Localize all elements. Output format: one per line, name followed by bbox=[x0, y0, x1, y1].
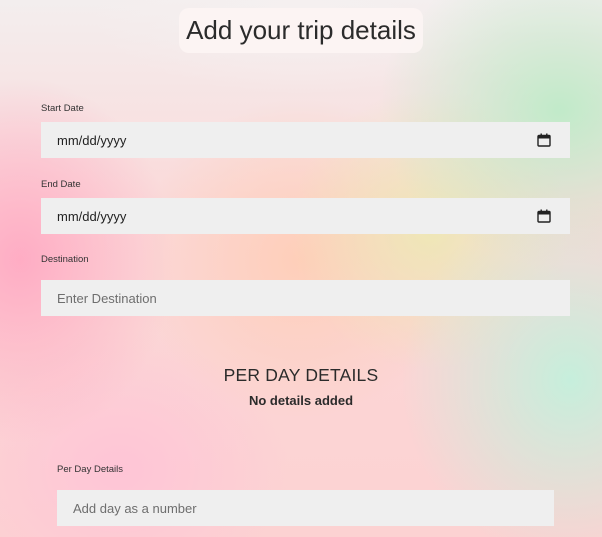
destination-label: Destination bbox=[41, 254, 89, 265]
start-date-field[interactable]: mm/dd/yyyy bbox=[41, 122, 570, 158]
page-title: Add your trip details bbox=[179, 8, 423, 53]
calendar-icon[interactable] bbox=[537, 133, 551, 147]
day-number-placeholder: Add day as a number bbox=[73, 500, 197, 516]
start-date-label: Start Date bbox=[41, 103, 84, 114]
end-date-label: End Date bbox=[41, 179, 81, 190]
end-date-field[interactable]: mm/dd/yyyy bbox=[41, 198, 570, 234]
page-header: Add your trip details bbox=[0, 8, 602, 53]
destination-input[interactable]: Enter Destination bbox=[41, 280, 570, 316]
start-date-value: mm/dd/yyyy bbox=[57, 132, 127, 148]
per-day-heading: PER DAY DETAILS bbox=[223, 365, 379, 385]
calendar-icon[interactable] bbox=[537, 209, 551, 223]
day-number-input[interactable]: Add day as a number bbox=[57, 490, 554, 526]
empty-state-message: No details added bbox=[248, 393, 354, 408]
per-day-details-label: Per Day Details bbox=[57, 464, 123, 475]
end-date-value: mm/dd/yyyy bbox=[57, 208, 127, 224]
destination-placeholder: Enter Destination bbox=[57, 290, 157, 306]
